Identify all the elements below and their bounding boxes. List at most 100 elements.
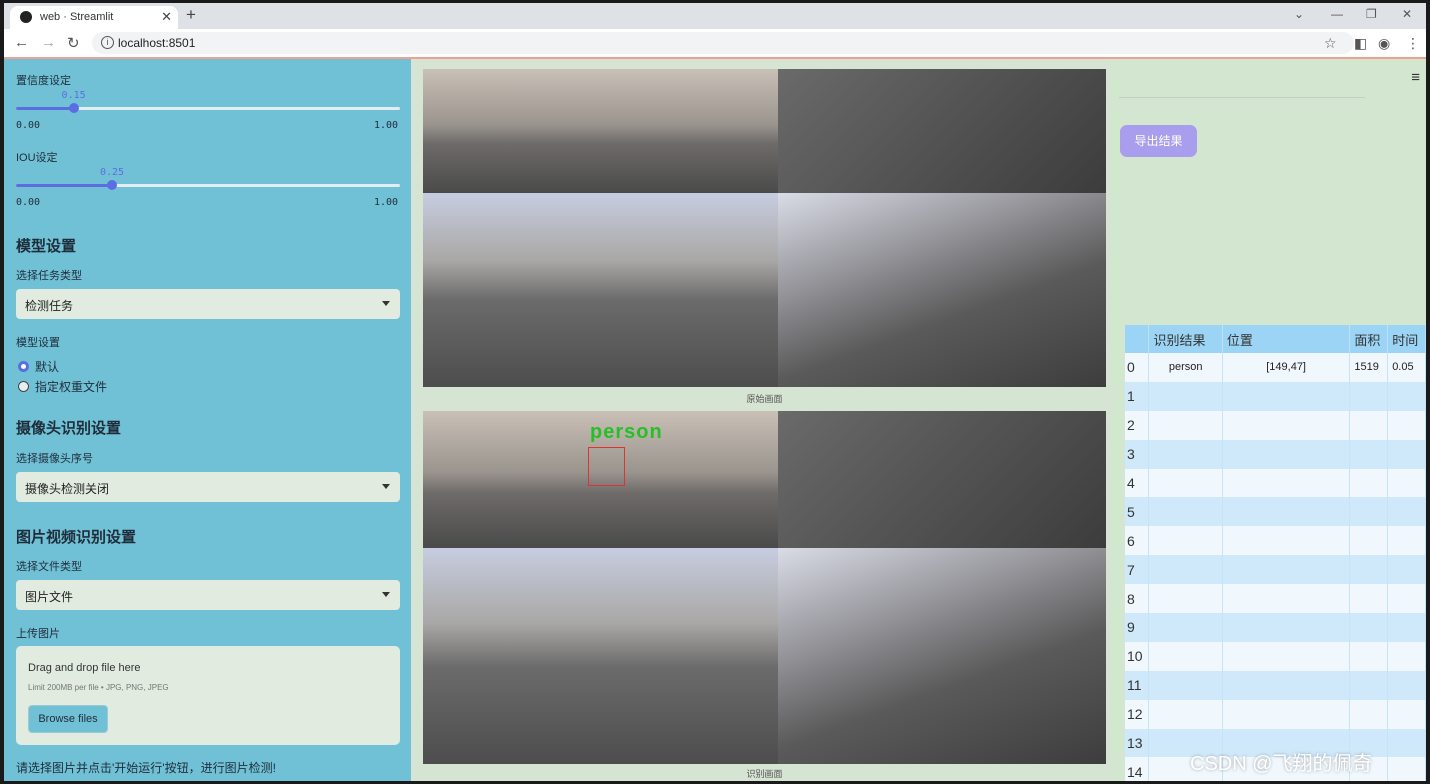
browser-tab[interactable]: web · Streamlit ✕	[10, 6, 178, 29]
iou-slider[interactable]: 0.25	[16, 167, 400, 190]
upload-label: 上传图片	[16, 628, 60, 640]
column-header-position[interactable]: 位置	[1222, 325, 1351, 353]
close-tab-icon[interactable]: ✕	[161, 9, 172, 25]
radio-unselected-icon	[18, 381, 29, 392]
cell-area	[1349, 526, 1389, 556]
row-index: 10	[1125, 641, 1150, 671]
original-caption: 原始画面	[746, 394, 783, 404]
column-header-area[interactable]: 面积	[1349, 325, 1389, 353]
row-index: 9	[1125, 613, 1150, 642]
new-tab-icon[interactable]: +	[186, 5, 196, 25]
cell-position	[1222, 497, 1351, 527]
table-row[interactable]: 3	[1125, 439, 1426, 469]
reload-icon[interactable]: ↻	[67, 34, 80, 52]
table-row[interactable]: 1	[1125, 381, 1426, 411]
cell-area	[1349, 555, 1389, 585]
camera-index-label: 选择摄像头序号	[16, 453, 93, 465]
radio-custom-weights[interactable]: 指定权重文件	[18, 378, 107, 395]
cell-position	[1222, 381, 1351, 411]
bookmark-star-icon[interactable]: ☆	[1324, 35, 1337, 52]
table-row[interactable]: 9	[1125, 613, 1426, 642]
cell-position	[1222, 439, 1351, 469]
result-caption: 识别画面	[746, 769, 783, 779]
tab-title: web · Streamlit	[40, 11, 114, 23]
radio-default[interactable]: 默认	[18, 358, 59, 375]
hamburger-menu-icon[interactable]: ≡	[1411, 69, 1420, 86]
confidence-min: 0.00	[16, 120, 41, 131]
cell-area	[1349, 670, 1389, 700]
table-row[interactable]: 0 person [149,47] 1519 0.05	[1125, 353, 1426, 382]
confidence-slider-value: 0.15	[61, 90, 86, 101]
cell-area	[1349, 613, 1389, 642]
cell-result	[1148, 584, 1223, 614]
road-scene-image	[778, 69, 1106, 193]
browser-menu-icon[interactable]: ⋮	[1406, 35, 1420, 52]
row-index: 3	[1125, 439, 1150, 469]
table-row[interactable]: 8	[1125, 584, 1426, 614]
cell-area	[1349, 497, 1389, 527]
back-icon[interactable]: ←	[14, 34, 29, 51]
chevron-down-icon	[382, 301, 390, 306]
url-field[interactable]: i localhost:8501	[92, 32, 1354, 54]
streamlit-favicon-icon	[20, 11, 32, 23]
cell-time	[1387, 613, 1426, 642]
table-row[interactable]: 12	[1125, 699, 1426, 729]
table-row[interactable]: 7	[1125, 555, 1426, 585]
forward-icon[interactable]: →	[41, 34, 56, 51]
cell-time	[1387, 410, 1426, 440]
table-header-row: 识别结果 位置 面积 时间	[1125, 325, 1426, 353]
column-header-time[interactable]: 时间	[1387, 325, 1426, 353]
cell-time	[1387, 757, 1426, 781]
cell-area	[1349, 381, 1389, 411]
cell-position	[1222, 584, 1351, 614]
table-row[interactable]: 6	[1125, 526, 1426, 556]
site-info-icon[interactable]: i	[101, 36, 114, 49]
close-window-icon[interactable]: ✕	[1402, 7, 1412, 21]
profile-avatar-icon[interactable]: ◉	[1378, 35, 1390, 52]
table-row[interactable]: 4	[1125, 468, 1426, 498]
radio-custom-weights-label: 指定权重文件	[35, 380, 108, 394]
browse-files-button[interactable]: Browse files	[28, 705, 108, 733]
cell-time	[1387, 641, 1426, 671]
confidence-slider-handle[interactable]	[68, 103, 79, 113]
table-row[interactable]: 2	[1125, 410, 1426, 440]
dropzone-text: Drag and drop file here	[28, 662, 141, 674]
row-index: 13	[1125, 728, 1150, 758]
confidence-slider[interactable]: 0.15	[16, 90, 400, 113]
export-results-button[interactable]: 导出结果	[1120, 125, 1197, 157]
table-row[interactable]: 11	[1125, 670, 1426, 700]
cell-position	[1222, 526, 1351, 556]
cell-result	[1148, 468, 1223, 498]
minimize-icon[interactable]: —	[1331, 7, 1343, 21]
cell-result	[1148, 410, 1223, 440]
confidence-label: 置信度设定	[16, 75, 71, 87]
table-row[interactable]: 10	[1125, 641, 1426, 671]
file-dropzone[interactable]: Drag and drop file here Limit 200MB per …	[16, 646, 400, 745]
column-header-result[interactable]: 识别结果	[1148, 325, 1223, 353]
chevron-down-icon	[382, 484, 390, 489]
iou-slider-handle[interactable]	[107, 180, 117, 190]
file-type-select[interactable]: 图片文件	[16, 580, 400, 610]
cell-time	[1387, 497, 1426, 527]
row-index: 2	[1125, 410, 1150, 440]
table-row[interactable]: 5	[1125, 497, 1426, 527]
original-image	[423, 69, 1106, 387]
cell-result	[1148, 381, 1223, 411]
task-type-select[interactable]: 检测任务	[16, 289, 400, 319]
browser-window: web · Streamlit ✕ + ⌄ — ❐ ✕ ← → ↻ i loca…	[4, 3, 1426, 781]
iou-slider-fill	[16, 184, 112, 187]
camera-select[interactable]: 摄像头检测关闭	[16, 472, 400, 502]
tab-search-chevron-icon[interactable]: ⌄	[1294, 7, 1304, 21]
index-column-header	[1125, 325, 1150, 353]
cell-area	[1349, 641, 1389, 671]
road-scene-image	[778, 411, 1106, 548]
cell-result	[1148, 497, 1223, 527]
cell-area: 1519	[1349, 353, 1389, 382]
restore-icon[interactable]: ❐	[1366, 7, 1377, 21]
results-table: 识别结果 位置 面积 时间 0 person [149,47] 1519 0.05 1 2 3…	[1125, 325, 1426, 781]
cell-result	[1148, 641, 1223, 671]
cell-result	[1148, 699, 1223, 729]
radio-default-label: 默认	[35, 360, 60, 374]
cell-position	[1222, 699, 1351, 729]
side-panel-icon[interactable]: ◧	[1354, 35, 1367, 52]
